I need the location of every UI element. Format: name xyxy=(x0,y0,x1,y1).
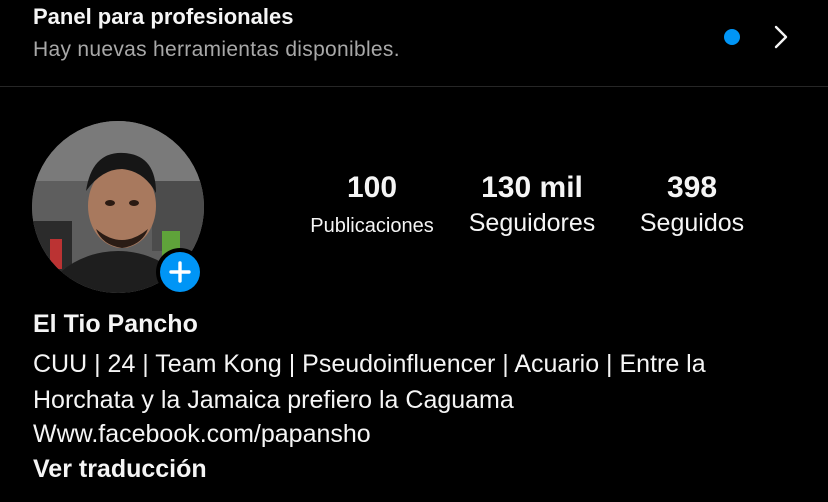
profile-bio: CUU | 24 | Team Kong | Pseudoinfluencer … xyxy=(33,350,706,414)
following-count[interactable]: 398 Seguidos xyxy=(628,171,756,238)
followers-label: Seguidores xyxy=(468,209,596,237)
posts-count[interactable]: 100 Publicaciones xyxy=(300,171,444,238)
following-label: Seguidos xyxy=(639,209,745,237)
following-value: 398 xyxy=(666,171,718,204)
posts-value: 100 xyxy=(346,171,398,204)
posts-label: Publicaciones xyxy=(310,215,434,237)
chevron-right-icon[interactable] xyxy=(770,24,792,50)
followers-value: 130 mil xyxy=(481,171,583,204)
professional-dashboard-banner[interactable]: Panel para profesionales Hay nuevas herr… xyxy=(0,0,828,87)
add-story-button[interactable] xyxy=(156,248,204,296)
plus-icon xyxy=(160,252,200,292)
see-translation-button[interactable]: Ver traducción xyxy=(33,455,207,484)
profile-link[interactable]: Www.facebook.com/papansho xyxy=(33,420,371,449)
banner-title: Panel para profesionales xyxy=(33,4,294,29)
followers-count[interactable]: 130 mil Seguidores xyxy=(458,171,606,238)
banner-subtitle: Hay nuevas herramientas disponibles. xyxy=(33,38,400,61)
notification-dot xyxy=(724,29,740,45)
profile-name: El Tio Pancho xyxy=(33,310,198,338)
